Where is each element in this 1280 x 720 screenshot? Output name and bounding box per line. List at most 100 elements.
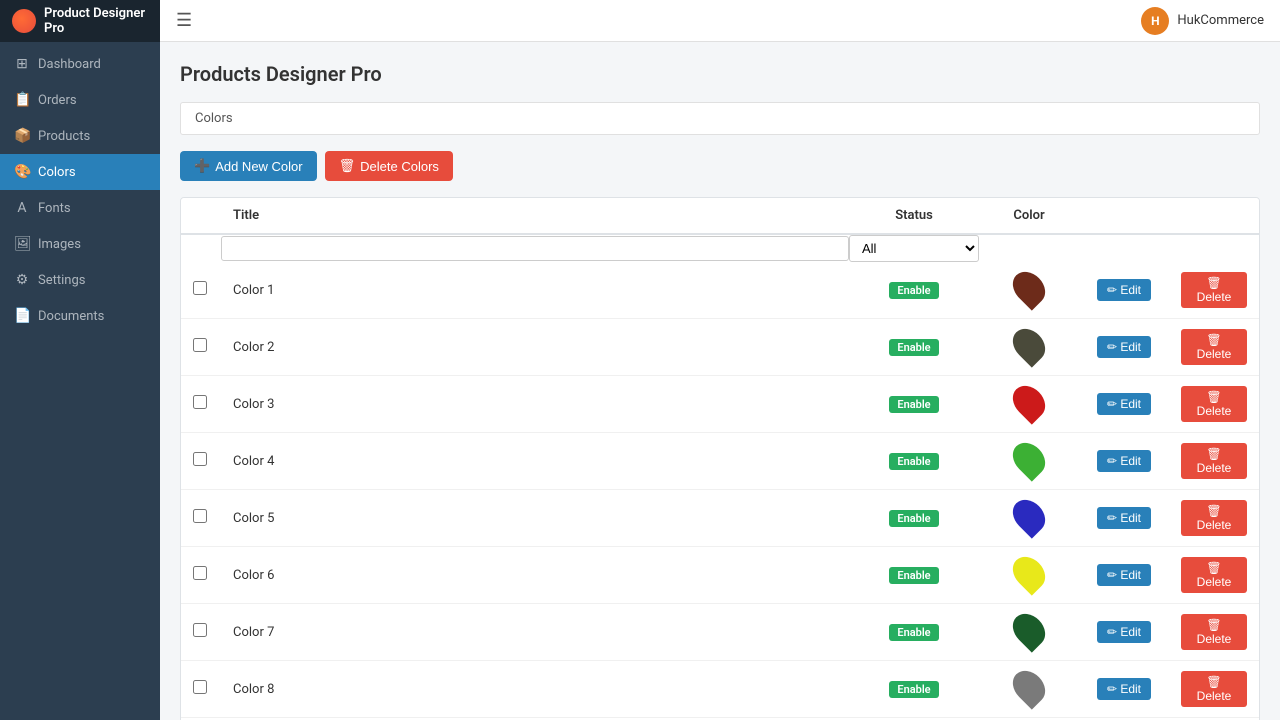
row-checkbox[interactable] [193,680,207,694]
color-swatch [1006,664,1051,709]
filter-row: All Enable Disable [181,234,1259,262]
add-color-button[interactable]: ➕ Add New Color [180,151,317,181]
sidebar: Product Designer Pro ⊞Dashboard📋Orders📦P… [0,0,160,720]
color-swatch [1006,550,1051,595]
topbar: ☰ H HukCommerce [160,0,1280,42]
sidebar-label-orders: Orders [38,93,77,108]
row-edit-cell: ✏ Edit [1079,547,1169,604]
row-color-cell [979,490,1079,547]
delete-button[interactable]: 🗑 Delete [1181,557,1247,593]
hamburger-icon[interactable]: ☰ [176,10,192,31]
row-check-cell [181,604,221,661]
delete-button[interactable]: 🗑 Delete [1181,386,1247,422]
sidebar-header: Product Designer Pro [0,0,160,42]
row-delete-cell: 🗑 Delete [1169,661,1259,718]
row-edit-cell: ✏ Edit [1079,490,1169,547]
row-check-cell [181,376,221,433]
color-swatch [1006,265,1051,310]
user-area: H HukCommerce [1141,7,1264,35]
row-edit-cell: ✏ Edit [1079,433,1169,490]
sidebar-item-dashboard[interactable]: ⊞Dashboard [0,46,160,82]
delete-button[interactable]: 🗑 Delete [1181,614,1247,650]
row-status: Enable [849,433,979,490]
edit-button[interactable]: ✏ Edit [1097,336,1151,358]
row-edit-cell: ✏ Edit [1079,262,1169,319]
plus-icon: ➕ [194,158,210,174]
breadcrumb: Colors [180,102,1260,135]
sidebar-item-fonts[interactable]: AFonts [0,190,160,226]
sidebar-label-settings: Settings [38,273,85,288]
row-color-cell [979,604,1079,661]
row-status: Enable [849,604,979,661]
delete-button[interactable]: 🗑 Delete [1181,671,1247,707]
row-title: Color 7 [221,604,849,661]
row-color-cell [979,376,1079,433]
user-avatar: H [1141,7,1169,35]
sidebar-item-colors[interactable]: 🎨Colors [0,154,160,190]
row-checkbox[interactable] [193,338,207,352]
status-badge: Enable [889,510,938,527]
table-row: Color 6 Enable ✏ Edit 🗑 Delete [181,547,1259,604]
row-title: Color 5 [221,490,849,547]
delete-button[interactable]: 🗑 Delete [1181,500,1247,536]
edit-button[interactable]: ✏ Edit [1097,450,1151,472]
row-color-cell [979,319,1079,376]
row-check-cell [181,490,221,547]
row-status: Enable [849,547,979,604]
edit-button[interactable]: ✏ Edit [1097,621,1151,643]
documents-icon: 📄 [14,308,30,324]
status-badge: Enable [889,453,938,470]
row-status: Enable [849,376,979,433]
sidebar-item-documents[interactable]: 📄Documents [0,298,160,334]
row-edit-cell: ✏ Edit [1079,604,1169,661]
delete-button[interactable]: 🗑 Delete [1181,272,1247,308]
edit-button[interactable]: ✏ Edit [1097,507,1151,529]
table-row: Color 7 Enable ✏ Edit 🗑 Delete [181,604,1259,661]
row-check-cell [181,433,221,490]
status-badge: Enable [889,624,938,641]
delete-button[interactable]: 🗑 Delete [1181,329,1247,365]
add-label: Add New Color [215,159,302,174]
edit-button[interactable]: ✏ Edit [1097,564,1151,586]
row-checkbox[interactable] [193,452,207,466]
row-edit-cell: ✏ Edit [1079,661,1169,718]
delete-colors-button[interactable]: 🗑 Delete Colors [325,151,453,181]
row-checkbox[interactable] [193,281,207,295]
table-body: Color 1 Enable ✏ Edit 🗑 Delete Color 2 E… [181,262,1259,720]
edit-button[interactable]: ✏ Edit [1097,279,1151,301]
row-delete-cell: 🗑 Delete [1169,319,1259,376]
table-row: Color 5 Enable ✏ Edit 🗑 Delete [181,490,1259,547]
color-swatch [1006,607,1051,652]
sidebar-item-images[interactable]: 🖼Images [0,226,160,262]
delete-button[interactable]: 🗑 Delete [1181,443,1247,479]
row-title: Color 2 [221,319,849,376]
page-title: Products Designer Pro [180,62,1260,86]
row-status: Enable [849,490,979,547]
edit-button[interactable]: ✏ Edit [1097,678,1151,700]
sidebar-item-products[interactable]: 📦Products [0,118,160,154]
row-status: Enable [849,661,979,718]
row-checkbox[interactable] [193,509,207,523]
trash-icon: 🗑 [339,158,356,174]
row-checkbox[interactable] [193,566,207,580]
fonts-icon: A [14,200,30,216]
col-header-delete [1169,198,1259,234]
status-filter-select[interactable]: All Enable Disable [849,235,979,262]
row-delete-cell: 🗑 Delete [1169,433,1259,490]
colors-table-container: Title Status Color [180,197,1260,720]
row-title: Color 6 [221,547,849,604]
row-checkbox[interactable] [193,395,207,409]
user-name: HukCommerce [1177,13,1264,28]
color-swatch [1006,436,1051,481]
action-bar: ➕ Add New Color 🗑 Delete Colors [180,151,1260,181]
row-check-cell [181,319,221,376]
sidebar-item-settings[interactable]: ⚙Settings [0,262,160,298]
table-row: Color 3 Enable ✏ Edit 🗑 Delete [181,376,1259,433]
title-filter-input[interactable] [221,236,849,261]
sidebar-label-colors: Colors [38,165,76,180]
sidebar-item-orders[interactable]: 📋Orders [0,82,160,118]
app-logo [12,9,36,33]
row-delete-cell: 🗑 Delete [1169,547,1259,604]
row-checkbox[interactable] [193,623,207,637]
edit-button[interactable]: ✏ Edit [1097,393,1151,415]
